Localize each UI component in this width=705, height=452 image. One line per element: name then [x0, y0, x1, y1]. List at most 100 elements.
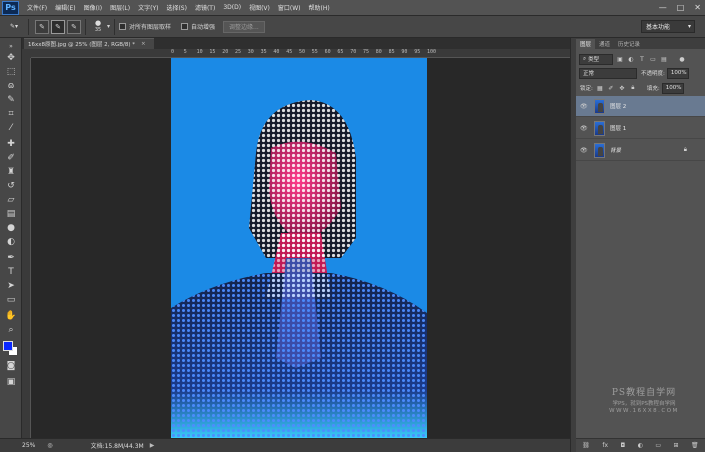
auto-enhance-checkbox[interactable] — [181, 23, 189, 30]
chevron-down-icon[interactable]: ▾ — [107, 23, 110, 30]
filter-type-icon[interactable]: T — [638, 55, 646, 63]
pen-tool-icon[interactable]: ✒ — [4, 252, 18, 264]
status-menu-icon[interactable]: ▶ — [150, 442, 155, 449]
type-tool-icon[interactable]: T — [4, 266, 18, 278]
document-canvas[interactable] — [171, 58, 427, 438]
gradient-tool-icon[interactable]: ▤ — [4, 208, 18, 220]
menu-edit[interactable]: 编辑(E) — [55, 3, 75, 12]
clone-stamp-tool-icon[interactable]: ♜ — [4, 166, 18, 178]
filter-toggle-icon[interactable]: ● — [678, 55, 686, 63]
menu-help[interactable]: 帮助(H) — [309, 3, 330, 12]
ruler-tick-label: 90 — [401, 49, 408, 55]
layer-filter-select[interactable]: ⌕ 类型 — [579, 53, 613, 65]
menu-3d[interactable]: 3D(D) — [223, 4, 241, 11]
marquee-tool-icon[interactable]: ⬚ — [4, 66, 18, 78]
tool-preset-picker[interactable]: ✎▾ — [4, 19, 24, 35]
screen-mode-icon[interactable]: ▣ — [4, 376, 18, 388]
layer-row[interactable]: 👁︎ 图层 2 — [576, 96, 705, 117]
eye-icon[interactable]: 👁︎ — [580, 125, 590, 132]
blur-tool-icon[interactable]: ● — [4, 222, 18, 234]
hand-tool-icon[interactable]: ✋ — [4, 310, 18, 322]
menu-select[interactable]: 选择(S) — [166, 3, 187, 12]
workspace-select[interactable]: 基本功能 ▾ — [641, 20, 695, 33]
adjustment-icon[interactable]: ◐ — [638, 442, 643, 449]
photoshop-logo: Ps — [2, 0, 19, 15]
zoom-tool-icon[interactable]: ⌕ — [4, 324, 18, 336]
subtract-from-selection-button[interactable]: ✎ — [67, 19, 81, 34]
trash-icon[interactable]: 🗑︎ — [691, 442, 699, 449]
zoom-readout[interactable]: 25% — [22, 442, 35, 449]
link-icon[interactable]: ⛓ — [582, 442, 590, 449]
path-select-tool-icon[interactable]: ➤ — [4, 280, 18, 292]
lock-icon: 🔒︎ — [683, 146, 687, 153]
menu-file[interactable]: 文件(F) — [27, 3, 47, 12]
new-selection-button[interactable]: ✎ — [35, 19, 49, 34]
brush-size-picker[interactable]: ● 35 — [90, 19, 106, 35]
dodge-tool-icon[interactable]: ◐ — [4, 236, 18, 248]
eye-icon[interactable]: 👁︎ — [580, 147, 590, 154]
layer-name[interactable]: 图层 2 — [610, 102, 626, 110]
close-tab-icon[interactable]: × — [141, 41, 146, 47]
fill-input[interactable]: 100% — [661, 82, 684, 94]
lock-all-icon[interactable]: 🔒︎ — [629, 84, 637, 92]
filter-pixel-icon[interactable]: ▣ — [616, 55, 624, 63]
sample-all-layers-checkbox[interactable] — [119, 23, 127, 30]
ruler-tick-label: 95 — [414, 49, 421, 55]
lock-brush-icon[interactable]: ✐ — [607, 84, 615, 92]
history-brush-tool-icon[interactable]: ↺ — [4, 180, 18, 192]
layer-thumbnail — [594, 98, 605, 114]
fx-icon[interactable]: fx — [602, 442, 608, 449]
brush-tool-icon[interactable]: ✐ — [4, 152, 18, 164]
tab-channels[interactable]: 通道 — [595, 39, 614, 49]
lock-transparent-icon[interactable]: ▦ — [596, 84, 604, 92]
menu-type[interactable]: 文字(Y) — [138, 3, 158, 12]
ruler-corner — [22, 49, 31, 58]
tab-layers[interactable]: 图层 — [576, 39, 596, 49]
refine-edge-button[interactable]: 调整边缘... — [223, 20, 265, 33]
new-layer-icon[interactable]: ⊞ — [674, 442, 679, 449]
move-tool-icon[interactable]: ✥ — [4, 52, 18, 64]
eraser-tool-icon[interactable]: ▱ — [4, 194, 18, 206]
collapse-toolbar-icon[interactable]: » — [4, 40, 18, 52]
group-icon[interactable]: ▭ — [655, 442, 661, 449]
ruler-tick-label: 75 — [363, 49, 370, 55]
layer-row[interactable]: 👁︎ 背景 🔒︎ — [576, 140, 705, 161]
lasso-tool-icon[interactable]: ɷ — [4, 80, 18, 92]
layer-row[interactable]: 👁︎ 图层 1 — [576, 118, 705, 139]
maximize-button[interactable]: □ — [677, 3, 685, 12]
tab-history[interactable]: 历史记录 — [614, 39, 644, 49]
menu-image[interactable]: 图像(I) — [84, 3, 102, 12]
opacity-input[interactable]: 100% — [666, 67, 689, 79]
crop-tool-icon[interactable]: ⌗ — [4, 108, 18, 120]
menu-view[interactable]: 视图(V) — [249, 3, 270, 12]
layer-name[interactable]: 背景 — [610, 146, 621, 154]
blend-mode-select[interactable]: 正常 — [579, 67, 637, 79]
quick-select-icon: ✎▾ — [9, 23, 19, 30]
brush-add-icon: ✎ — [55, 22, 61, 31]
ruler-tick-label: 5 — [183, 49, 187, 55]
layer-name[interactable]: 图层 1 — [610, 124, 626, 132]
filter-shape-icon[interactable]: ▭ — [649, 55, 657, 63]
canvas-area[interactable] — [31, 58, 570, 438]
lock-move-icon[interactable]: ✥ — [618, 84, 626, 92]
healing-brush-tool-icon[interactable]: ✚ — [4, 138, 18, 150]
close-button[interactable]: ✕ — [694, 3, 701, 12]
mask-icon[interactable]: ◘ — [620, 442, 625, 449]
minimize-button[interactable]: — — [659, 3, 667, 12]
menu-layer[interactable]: 图层(L) — [110, 3, 130, 12]
filter-smart-icon[interactable]: ▤ — [660, 55, 668, 63]
foreground-color-swatch[interactable] — [3, 341, 13, 351]
eyedropper-tool-icon[interactable]: ⁄ — [4, 122, 18, 134]
watermark: PS教程自学网 学PS，就到PS教程自学网 WWW.16XX8.COM — [588, 385, 700, 414]
shape-tool-icon[interactable]: ▭ — [4, 294, 18, 306]
menu-filter[interactable]: 滤镜(T) — [195, 3, 215, 12]
ruler-tick-label: 55 — [311, 49, 318, 55]
eye-icon[interactable]: 👁︎ — [580, 103, 590, 110]
filter-adjustment-icon[interactable]: ◐ — [627, 55, 635, 63]
menu-window[interactable]: 窗口(W) — [278, 3, 301, 12]
quick-select-tool-icon[interactable]: ✎ — [4, 94, 18, 106]
document-tab[interactable]: 16xx8原图.jpg @ 25% (图层 2, RGB/8) * × — [24, 38, 154, 49]
quick-mask-icon[interactable]: ◙ — [4, 360, 18, 372]
panel-tabs: 图层 通道 历史记录 — [576, 38, 705, 49]
add-to-selection-button[interactable]: ✎ — [51, 19, 65, 34]
